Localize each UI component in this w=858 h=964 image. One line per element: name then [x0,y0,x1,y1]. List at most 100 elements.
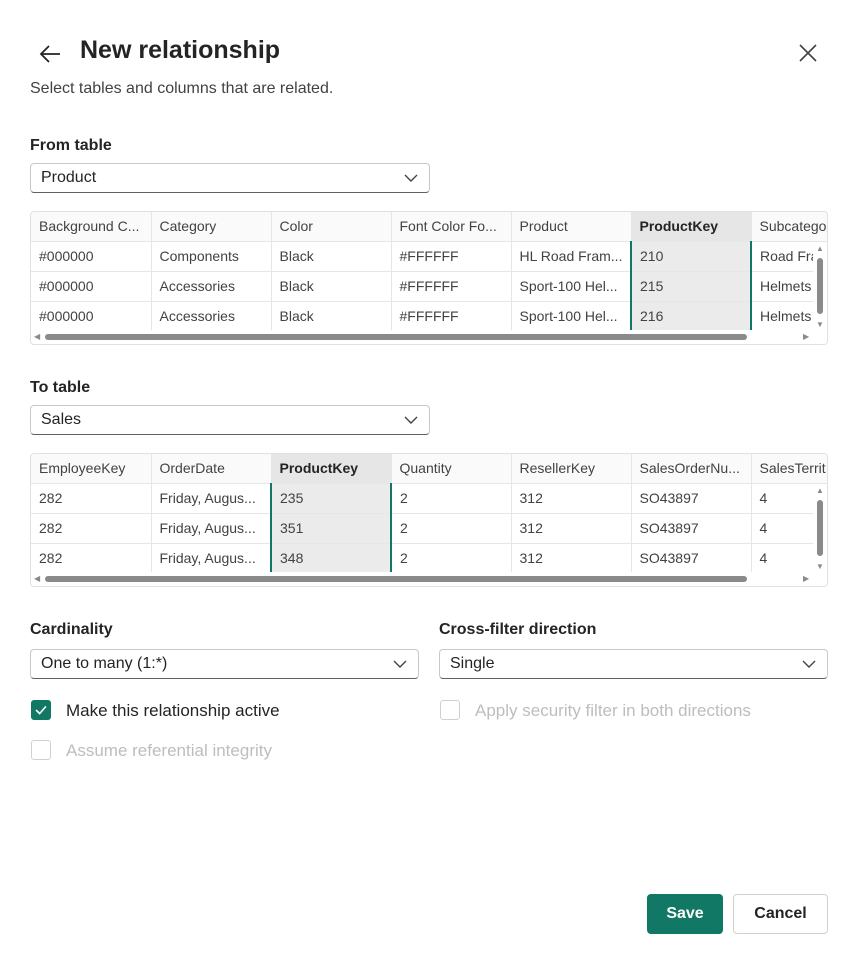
table-cell: Friday, Augus... [151,483,272,514]
table-cell: 351 [270,513,392,544]
column-header[interactable]: Category [151,212,272,242]
cardinality-dropdown[interactable]: One to many (1:*) [30,649,419,679]
scroll-right-icon[interactable]: ▶ [803,332,809,341]
scroll-up-icon[interactable]: ▲ [816,244,824,253]
back-arrow-icon[interactable] [36,40,64,68]
to-table-value: Sales [41,411,82,428]
table-cell: 235 [270,483,392,514]
cancel-button[interactable]: Cancel [733,894,828,934]
table-cell: 282 [31,543,152,574]
crossfilter-value: Single [450,655,495,672]
cardinality-label: Cardinality [30,621,113,638]
column-header[interactable]: ProductKey [271,454,392,484]
scroll-up-icon[interactable]: ▲ [816,486,824,495]
scroll-down-icon[interactable]: ▼ [816,320,824,329]
table-cell: 215 [630,271,752,302]
table-cell: 216 [630,301,752,332]
column-header[interactable]: Subcatego [751,212,827,242]
table-row: #000000 Components Black #FFFFFF HL Road Fra… [31,241,827,272]
table-cell: 282 [31,483,152,514]
to-table-dropdown[interactable]: Sales [30,405,430,435]
horizontal-scrollbar[interactable]: ◀ ▶ [31,572,827,586]
column-header[interactable]: ProductKey [631,212,752,242]
column-header[interactable]: Quantity [391,454,512,484]
security-filter-checkbox[interactable] [440,700,460,720]
table-cell: #000000 [31,271,152,302]
from-table-value: Product [41,169,97,186]
column-header[interactable]: Color [271,212,392,242]
table-cell: Friday, Augus... [151,513,272,544]
table-cell: Sport-100 Hel... [511,271,632,302]
table-cell: Sport-100 Hel... [511,301,632,332]
table-cell: Accessories [151,271,272,302]
referential-integrity-checkbox[interactable] [31,740,51,760]
table-cell: SO43897 [631,483,752,514]
from-table-dropdown[interactable]: Product [30,163,430,193]
from-table-label: From table [30,137,112,154]
table-cell: Black [271,301,392,332]
column-header[interactable]: EmployeeKey [31,454,152,484]
table-row: 282 Friday, Augus... 235 2 312 SO43897 4 [31,483,827,514]
close-icon[interactable] [796,41,820,65]
active-checkbox-label: Make this relationship active [66,701,280,720]
column-header[interactable]: OrderDate [151,454,272,484]
table-cell: Accessories [151,301,272,332]
table-cell: HL Road Fram... [511,241,632,272]
table-cell: 348 [270,543,392,574]
scrollbar-thumb[interactable] [45,334,747,340]
table-cell: #FFFFFF [391,271,512,302]
cardinality-value: One to many (1:*) [41,655,168,672]
table-cell: #000000 [31,301,152,332]
scrollbar-thumb[interactable] [45,576,747,582]
table-cell: 312 [511,543,632,574]
scrollbar-thumb[interactable] [817,500,823,556]
table-cell: 312 [511,483,632,514]
from-table-preview[interactable]: Background C... Category Color Font Color F… [30,211,828,345]
table-cell: #FFFFFF [391,301,512,332]
table-cell: 2 [391,513,512,544]
table-cell: 210 [630,241,752,272]
vertical-scrollbar[interactable]: ▲ ▼ [813,242,827,332]
scrollbar-thumb[interactable] [817,258,823,314]
table-cell: 2 [391,483,512,514]
chevron-down-icon [393,660,407,668]
scroll-left-icon[interactable]: ◀ [34,574,40,583]
crossfilter-dropdown[interactable]: Single [439,649,828,679]
column-header[interactable]: ResellerKey [511,454,632,484]
to-table-preview[interactable]: EmployeeKey OrderDate ProductKey Quantity Re… [30,453,828,587]
table-cell: #FFFFFF [391,241,512,272]
crossfilter-label: Cross-filter direction [439,621,597,638]
table-row: 282 Friday, Augus... 351 2 312 SO43897 4 [31,513,827,544]
column-header[interactable]: Product [511,212,632,242]
scroll-right-icon[interactable]: ▶ [803,574,809,583]
scroll-down-icon[interactable]: ▼ [816,562,824,571]
table-cell: 282 [31,513,152,544]
table-cell: Black [271,241,392,272]
table-cell: #000000 [31,241,152,272]
column-header[interactable]: SalesOrderNu... [631,454,752,484]
table-cell: 312 [511,513,632,544]
table-row: #000000 Accessories Black #FFFFFF Sport-100 … [31,271,827,302]
column-header[interactable]: Font Color Fo... [391,212,512,242]
table-cell: Components [151,241,272,272]
active-checkbox[interactable] [31,700,51,720]
chevron-down-icon [404,174,418,182]
chevron-down-icon [404,416,418,424]
scroll-left-icon[interactable]: ◀ [34,332,40,341]
table-cell: Friday, Augus... [151,543,272,574]
table-cell: SO43897 [631,513,752,544]
chevron-down-icon [802,660,816,668]
table-cell: Black [271,271,392,302]
horizontal-scrollbar[interactable]: ◀ ▶ [31,330,827,344]
table-cell: SO43897 [631,543,752,574]
save-button[interactable]: Save [647,894,723,934]
table-row: #000000 Accessories Black #FFFFFF Sport-100 … [31,301,827,332]
column-header[interactable]: Background C... [31,212,152,242]
table-cell: 2 [391,543,512,574]
security-filter-label: Apply security filter in both directions [475,701,751,720]
vertical-scrollbar[interactable]: ▲ ▼ [813,484,827,574]
column-header[interactable]: SalesTerrit [751,454,827,484]
dialog-subtitle: Select tables and columns that are relat… [30,80,334,97]
dialog-title: New relationship [80,36,281,64]
to-table-label: To table [30,379,91,396]
